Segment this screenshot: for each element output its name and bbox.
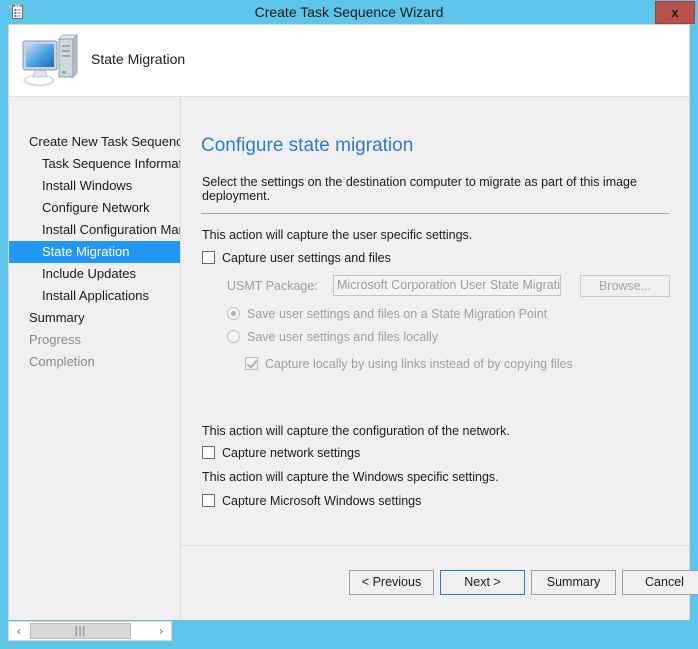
sidebar-item-configure-network[interactable]: Configure Network	[9, 197, 180, 219]
sidebar-item-install-applications[interactable]: Install Applications	[9, 285, 180, 307]
capture-links-label: Capture locally by using links instead o…	[265, 357, 573, 371]
page-title: Configure state migration	[201, 135, 414, 156]
wizard-steps-sidebar: Create New Task Sequence Task Sequence I…	[9, 98, 181, 620]
next-button[interactable]: Next >	[440, 570, 525, 595]
browse-button[interactable]: Browse...	[580, 275, 670, 297]
previous-button[interactable]: < Previous	[349, 570, 434, 595]
save-locally-radio	[227, 330, 240, 343]
sidebar-item-install-configuration-manager[interactable]: Install Configuration Manager	[9, 219, 180, 241]
summary-button[interactable]: Summary	[531, 570, 616, 595]
horizontal-scrollbar[interactable]: ‹ ||| ›	[8, 621, 172, 641]
user-section-text: This action will capture the user specif…	[202, 228, 473, 242]
capture-network-settings-checkbox[interactable]	[202, 446, 215, 459]
scrollbar-grip-icon: |||	[74, 625, 87, 637]
sidebar-item-state-migration[interactable]: State Migration	[9, 241, 180, 263]
client-area: State Migration Create New Task Sequence…	[8, 24, 698, 620]
computer-icon	[19, 31, 81, 91]
close-button[interactable]: x	[655, 1, 695, 24]
footer-bar: < Previous Next > Summary Cancel	[181, 545, 698, 620]
network-section-text: This action will capture the configurati…	[202, 424, 510, 438]
save-locally-row: Save user settings and files locally	[227, 330, 438, 344]
capture-network-settings-label: Capture network settings	[222, 446, 361, 460]
sidebar-item-install-windows[interactable]: Install Windows	[9, 175, 180, 197]
capture-user-settings-row[interactable]: Capture user settings and files	[202, 251, 391, 265]
sidebar-item-summary[interactable]: Summary	[9, 307, 180, 329]
window-title: Create Task Sequence Wizard	[254, 4, 444, 20]
divider	[201, 213, 669, 214]
scrollbar-thumb[interactable]: |||	[30, 623, 131, 639]
banner: State Migration	[9, 25, 689, 97]
windows-section-text: This action will capture the Windows spe…	[202, 470, 499, 484]
capture-windows-settings-label: Capture Microsoft Windows settings	[222, 494, 422, 508]
scroll-right-arrow-icon[interactable]: ›	[151, 622, 171, 640]
save-to-migration-point-label: Save user settings and files on a State …	[247, 307, 548, 321]
usmt-package-input[interactable]: Microsoft Corporation User State Migrati…	[333, 275, 561, 296]
scroll-left-arrow-icon[interactable]: ‹	[9, 622, 29, 640]
sidebar-item-completion: Completion	[29, 354, 95, 369]
usmt-package-label: USMT Package:	[227, 279, 318, 293]
capture-windows-settings-checkbox[interactable]	[202, 494, 215, 507]
capture-windows-settings-row[interactable]: Capture Microsoft Windows settings	[202, 494, 421, 508]
capture-links-checkbox	[245, 357, 258, 370]
sidebar-item-create-new-task-sequence[interactable]: Create New Task Sequence	[9, 131, 180, 153]
capture-user-settings-checkbox[interactable]	[202, 251, 215, 264]
sidebar-item-include-updates[interactable]: Include Updates	[9, 263, 180, 285]
sidebar-item-progress: Progress	[29, 332, 82, 347]
banner-title: State Migration	[91, 51, 186, 67]
title-bar: Create Task Sequence Wizard x	[0, 0, 698, 24]
wizard-steps-list: Create New Task Sequence Task Sequence I…	[9, 131, 180, 373]
save-to-migration-point-radio	[227, 307, 240, 320]
wizard-window: Create Task Sequence Wizard x State Migr…	[0, 0, 698, 649]
content-panel: Configure state migration Select the set…	[181, 98, 689, 620]
capture-links-row: Capture locally by using links instead o…	[245, 357, 573, 371]
capture-user-settings-label: Capture user settings and files	[222, 251, 391, 265]
capture-network-settings-row[interactable]: Capture network settings	[202, 446, 360, 460]
sidebar-item-task-sequence-information[interactable]: Task Sequence Information	[9, 153, 180, 175]
save-locally-label: Save user settings and files locally	[247, 330, 439, 344]
save-to-migration-point-row: Save user settings and files on a State …	[227, 307, 547, 321]
intro-text: Select the settings on the destination c…	[202, 175, 637, 203]
cancel-button[interactable]: Cancel	[622, 570, 698, 595]
